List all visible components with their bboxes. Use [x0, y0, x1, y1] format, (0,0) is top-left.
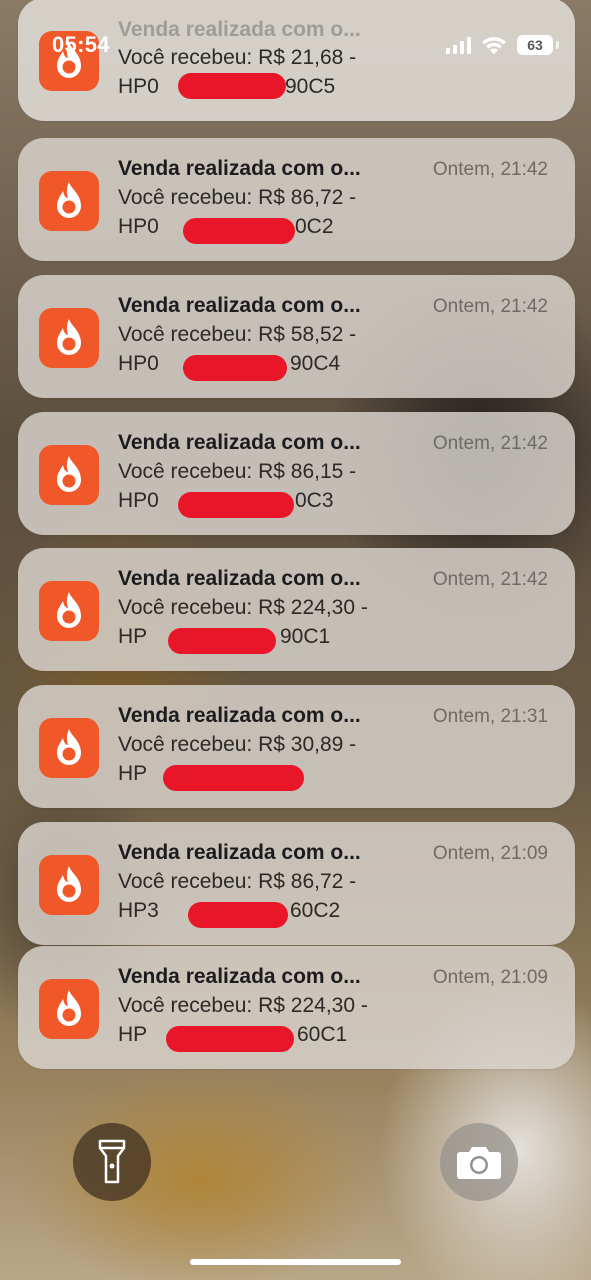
- redaction-mark: [183, 355, 287, 381]
- notification-time: Ontem, 21:09: [432, 843, 548, 864]
- notification-card[interactable]: Venda realizada com o... Ontem, 21:31 Você…: [18, 685, 575, 808]
- notification-time: Ontem, 21:42: [432, 296, 548, 317]
- notification-title: Venda realizada com o...: [118, 294, 361, 317]
- notification-reference: HP0 90C5: [118, 75, 335, 99]
- reference-prefix: HP0: [118, 489, 159, 512]
- flame-icon: [57, 729, 81, 765]
- notification-title: Venda realizada com o...: [118, 965, 361, 988]
- notification-card[interactable]: Venda realizada com o... Ontem, 21:42 Você…: [18, 548, 575, 671]
- redaction-mark: [178, 73, 286, 99]
- flame-icon: [57, 182, 81, 218]
- notification-card[interactable]: Venda realizada com o... Ontem, 21:42 Você…: [18, 275, 575, 398]
- battery-icon: 63: [517, 34, 559, 56]
- notification-title: Venda realizada com o...: [118, 567, 361, 590]
- notification-title: Venda realizada com o...: [118, 157, 361, 180]
- notification-reference: HP: [118, 762, 147, 786]
- notification-amount: Você recebeu: R$ 86,72 -: [118, 186, 357, 209]
- app-icon: [39, 979, 99, 1039]
- app-icon: [39, 718, 99, 778]
- app-icon: [39, 581, 99, 641]
- reference-suffix: 90C4: [290, 352, 341, 375]
- redaction-mark: [163, 765, 304, 791]
- notification-time: Ontem, 21:31: [432, 706, 548, 727]
- notification-reference: HP0 90C4: [118, 352, 340, 376]
- notification-card[interactable]: Venda realizada com o... Ontem, 21:42 Você…: [18, 138, 575, 261]
- notification-time: Ontem, 21:09: [432, 967, 548, 988]
- redaction-mark: [166, 1026, 294, 1052]
- reference-suffix: 90C5: [285, 75, 336, 98]
- notification-amount: Você recebeu: R$ 86,72 -: [118, 870, 357, 893]
- notification-card[interactable]: Venda realizada com o... Ontem, 21:09 Você…: [18, 822, 575, 945]
- notification-time: Ontem, 21:42: [432, 159, 548, 180]
- redaction-mark: [168, 628, 276, 654]
- reference-prefix: HP3: [118, 899, 159, 922]
- notification-reference: HP 90C1: [118, 625, 330, 649]
- home-indicator[interactable]: [190, 1259, 401, 1265]
- notification-reference: HP 60C1: [118, 1023, 347, 1047]
- redaction-mark: [178, 492, 294, 518]
- app-icon: [39, 855, 99, 915]
- flame-icon: [57, 866, 81, 902]
- notification-reference: HP3 60C2: [118, 899, 340, 923]
- flame-icon: [57, 456, 81, 492]
- reference-prefix: HP0: [118, 352, 159, 375]
- flame-icon: [57, 990, 81, 1026]
- wifi-icon: [481, 35, 507, 55]
- notification-amount: Você recebeu: R$ 30,89 -: [118, 733, 357, 756]
- notification-title: Venda realizada com o...: [118, 841, 361, 864]
- app-icon: [39, 308, 99, 368]
- status-time: 05:54: [52, 32, 110, 57]
- notification-time: Ontem, 21:42: [432, 433, 548, 454]
- status-icons: 63: [446, 34, 559, 56]
- notification-amount: Você recebeu: R$ 224,30 -: [118, 994, 368, 1017]
- reference-prefix: HP0: [118, 215, 159, 238]
- notification-reference: HP0 0C3: [118, 489, 334, 513]
- notification-reference: HP0 0C2: [118, 215, 334, 239]
- redaction-mark: [183, 218, 295, 244]
- flashlight-icon: [98, 1139, 126, 1184]
- reference-prefix: HP0: [118, 75, 159, 98]
- status-bar: 05:54 63: [0, 30, 591, 66]
- notification-title: Venda realizada com o...: [118, 704, 361, 727]
- reference-prefix: HP: [118, 1023, 148, 1046]
- reference-prefix: HP: [118, 625, 148, 648]
- reference-suffix: 0C2: [295, 215, 334, 238]
- app-icon: [39, 445, 99, 505]
- notification-title: Venda realizada com o...: [118, 431, 361, 454]
- battery-level: 63: [517, 35, 553, 55]
- reference-prefix: HP: [118, 762, 148, 785]
- notification-time: Ontem, 21:42: [432, 569, 548, 590]
- flashlight-button[interactable]: [73, 1123, 151, 1201]
- notification-card[interactable]: Venda realizada com o... Ontem, 21:09 Você…: [18, 946, 575, 1069]
- camera-button[interactable]: [440, 1123, 518, 1201]
- reference-suffix: 60C2: [290, 899, 341, 922]
- cellular-signal-icon: [446, 36, 471, 54]
- notification-amount: Você recebeu: R$ 224,30 -: [118, 596, 368, 619]
- notification-card[interactable]: Venda realizada com o... Ontem, 21:42 Você…: [18, 412, 575, 535]
- reference-suffix: 90C1: [280, 625, 331, 648]
- flame-icon: [57, 319, 81, 355]
- flame-icon: [57, 592, 81, 628]
- app-icon: [39, 171, 99, 231]
- reference-suffix: 0C3: [295, 489, 334, 512]
- notification-amount: Você recebeu: R$ 86,15 -: [118, 460, 357, 483]
- reference-suffix: 60C1: [297, 1023, 348, 1046]
- camera-icon: [457, 1147, 501, 1179]
- redaction-mark: [188, 902, 288, 928]
- notification-amount: Você recebeu: R$ 58,52 -: [118, 323, 357, 346]
